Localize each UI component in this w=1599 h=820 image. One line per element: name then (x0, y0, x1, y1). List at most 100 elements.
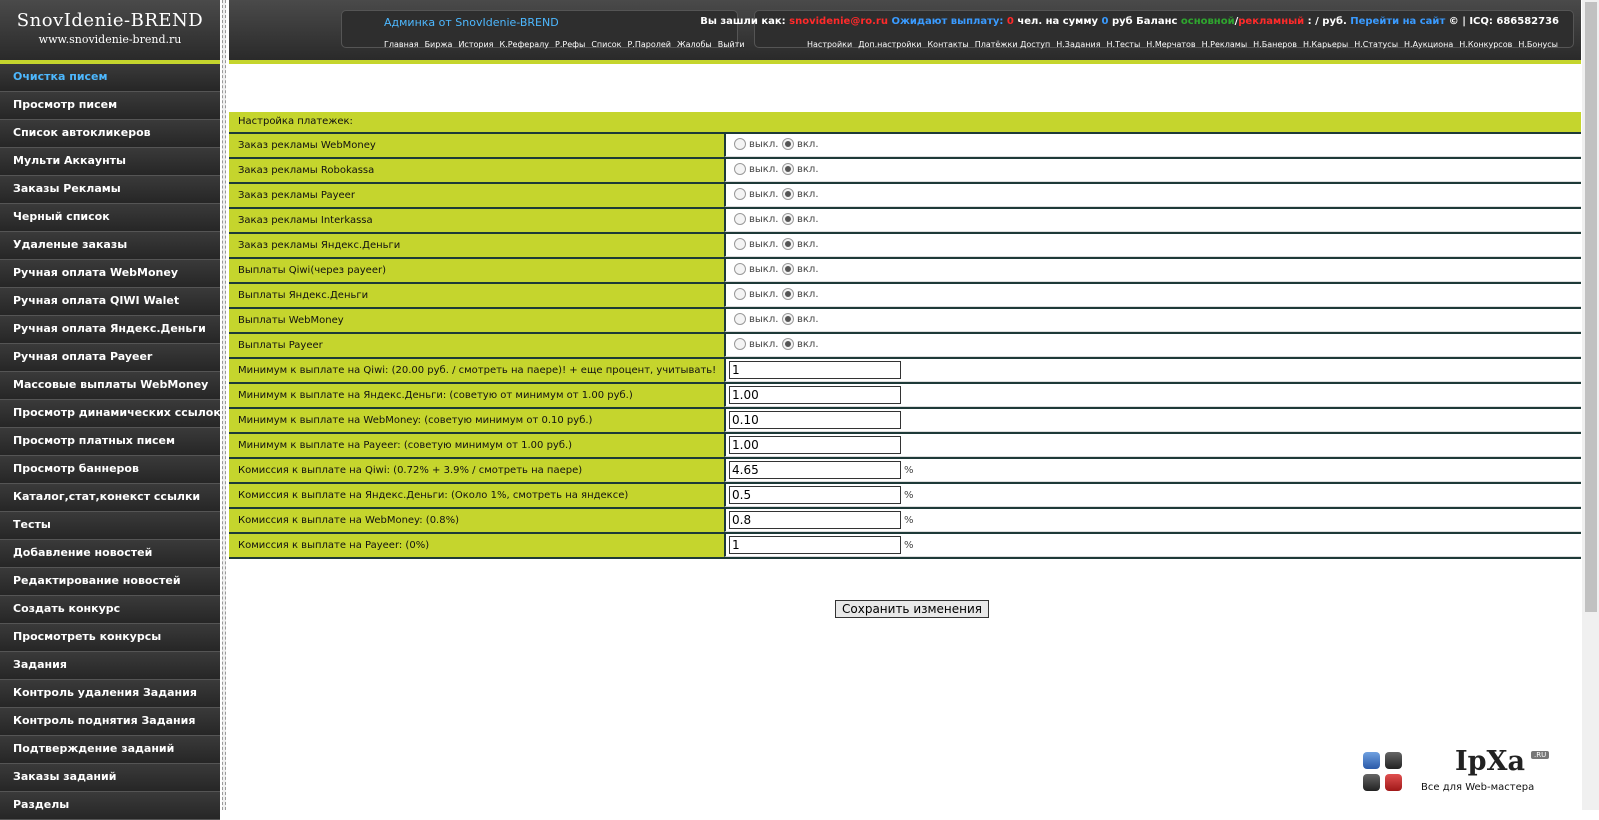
sidebar-item[interactable]: Просмотреть конкурсы (0, 624, 220, 652)
nav-link[interactable]: К.Рефералу (499, 40, 549, 49)
radio-circle-icon[interactable] (734, 138, 746, 150)
setting-input[interactable]: 4.65 (729, 461, 901, 479)
setting-input[interactable]: 1 (729, 536, 901, 554)
sidebar-item[interactable]: Просмотр баннеров (0, 456, 220, 484)
nav-link[interactable]: Н.Тесты (1107, 40, 1141, 49)
sidebar-item[interactable]: Создать конкурс (0, 596, 220, 624)
radio-circle-icon[interactable] (734, 188, 746, 200)
sidebar-item[interactable]: Контроль поднятия Задания (0, 708, 220, 736)
nav-link[interactable]: Контакты (928, 40, 969, 49)
setting-input[interactable]: 1.00 (729, 386, 901, 404)
save-button[interactable]: Сохранить изменения (835, 600, 990, 618)
nav-link[interactable]: Н.Статусы (1354, 40, 1398, 49)
sidebar-item[interactable]: Ручная оплата Payeer (0, 344, 220, 372)
nav-link[interactable]: Жалобы (677, 40, 712, 49)
radio-off[interactable]: выкл. (734, 238, 778, 250)
radio-circle-icon[interactable] (782, 213, 794, 225)
sidebar-item[interactable]: Ручная оплата QIWI Walet (0, 288, 220, 316)
sidebar-item[interactable]: Задания (0, 652, 220, 680)
nav-link[interactable]: Н.Аукциона (1404, 40, 1453, 49)
sidebar-item[interactable]: Ручная оплата Яндекс.Деньги (0, 316, 220, 344)
setting-input[interactable]: 1 (729, 361, 901, 379)
radio-circle-icon[interactable] (734, 163, 746, 175)
nav-link[interactable]: Н.Рекламы (1202, 40, 1248, 49)
nav-link[interactable]: Платёжки Доступ (975, 40, 1051, 49)
radio-off[interactable]: выкл. (734, 338, 778, 350)
nav-link[interactable]: Р.Рефы (555, 40, 585, 49)
sidebar-item[interactable]: Черный список (0, 204, 220, 232)
nav-link[interactable]: Выйти (718, 40, 745, 49)
radio-on[interactable]: вкл. (782, 338, 819, 350)
nav-link[interactable]: Список (591, 40, 621, 49)
radio-circle-icon[interactable] (734, 313, 746, 325)
radio-circle-icon[interactable] (782, 138, 794, 150)
sidebar-item[interactable]: Разделы (0, 792, 220, 820)
nav-link[interactable]: Н.Банеров (1253, 40, 1297, 49)
radio-on[interactable]: вкл. (782, 238, 819, 250)
radio-on[interactable]: вкл. (782, 263, 819, 275)
sidebar-item[interactable]: Очистка писем (0, 64, 220, 92)
radio-off[interactable]: выкл. (734, 163, 778, 175)
scrollbar-thumb[interactable] (1585, 2, 1597, 612)
radio-circle-icon[interactable] (734, 238, 746, 250)
sidebar-item[interactable]: Заказы Рекламы (0, 176, 220, 204)
nav-link[interactable]: История (458, 40, 493, 49)
radio-circle-icon[interactable] (782, 313, 794, 325)
radio-on[interactable]: вкл. (782, 163, 819, 175)
sidebar-item[interactable]: Просмотр платных писем (0, 428, 220, 456)
radio-off[interactable]: выкл. (734, 213, 778, 225)
nav-link[interactable]: Н.Карьеры (1303, 40, 1348, 49)
setting-input[interactable]: 1.00 (729, 436, 901, 454)
nav-link[interactable]: Настройки (807, 40, 852, 49)
setting-input[interactable]: 0.10 (729, 411, 901, 429)
sidebar-item[interactable]: Добавление новостей (0, 540, 220, 568)
sidebar-item[interactable]: Заказы заданий (0, 764, 220, 792)
sidebar-item[interactable]: Подтверждение заданий (0, 736, 220, 764)
radio-circle-icon[interactable] (782, 238, 794, 250)
sidebar-item[interactable]: Контроль удаления Задания (0, 680, 220, 708)
radio-on[interactable]: вкл. (782, 188, 819, 200)
sidebar-item[interactable]: Просмотр писем (0, 92, 220, 120)
nav-link[interactable]: Н.Задания (1056, 40, 1100, 49)
sidebar-item[interactable]: Каталог,стат,конекст ссылки (0, 484, 220, 512)
setting-input[interactable]: 0.5 (729, 486, 901, 504)
radio-circle-icon[interactable] (734, 263, 746, 275)
radio-circle-icon[interactable] (734, 338, 746, 350)
sidebar-item[interactable]: Мульти Аккаунты (0, 148, 220, 176)
nav-link[interactable]: Р.Паролей (627, 40, 671, 49)
sidebar-item[interactable]: Тесты (0, 512, 220, 540)
radio-circle-icon[interactable] (734, 213, 746, 225)
nav-link[interactable]: Биржа (425, 40, 453, 49)
sidebar-item[interactable]: Редактирование новостей (0, 568, 220, 596)
radio-circle-icon[interactable] (734, 288, 746, 300)
radio-on[interactable]: вкл. (782, 313, 819, 325)
radio-off[interactable]: выкл. (734, 313, 778, 325)
scrollbar[interactable] (1582, 0, 1599, 810)
radio-circle-icon[interactable] (782, 163, 794, 175)
nav-link[interactable]: Н.Мерчатов (1146, 40, 1195, 49)
sidebar-item[interactable]: Массовые выплаты WebMoney (0, 372, 220, 400)
sidebar-item[interactable]: Ручная оплата WebMoney (0, 260, 220, 288)
radio-circle-icon[interactable] (782, 288, 794, 300)
nav-link[interactable]: Главная (384, 40, 419, 49)
sidebar-item[interactable]: Просмотр динамических ссылок (0, 400, 220, 428)
nav-link[interactable]: Доп.настройки (858, 40, 921, 49)
radio-off[interactable]: выкл. (734, 288, 778, 300)
radio-off[interactable]: выкл. (734, 188, 778, 200)
nav-link[interactable]: Н.Конкурсов (1459, 40, 1512, 49)
sidebar-item[interactable]: Удаленые заказы (0, 232, 220, 260)
user-email[interactable]: snovidenie@ro.ru (789, 16, 888, 27)
site-logo[interactable]: SnovIdenie-BREND www.snovidenie-brend.ru (0, 0, 220, 64)
radio-off[interactable]: выкл. (734, 263, 778, 275)
splitter[interactable] (222, 0, 226, 810)
nav-link[interactable]: Н.Бонусы (1518, 40, 1558, 49)
radio-circle-icon[interactable] (782, 338, 794, 350)
radio-circle-icon[interactable] (782, 263, 794, 275)
radio-on[interactable]: вкл. (782, 288, 819, 300)
radio-circle-icon[interactable] (782, 188, 794, 200)
radio-on[interactable]: вкл. (782, 213, 819, 225)
sidebar-item[interactable]: Список автокликеров (0, 120, 220, 148)
goto-site-link[interactable]: Перейти на сайт (1350, 16, 1445, 27)
radio-on[interactable]: вкл. (782, 138, 819, 150)
setting-input[interactable]: 0.8 (729, 511, 901, 529)
